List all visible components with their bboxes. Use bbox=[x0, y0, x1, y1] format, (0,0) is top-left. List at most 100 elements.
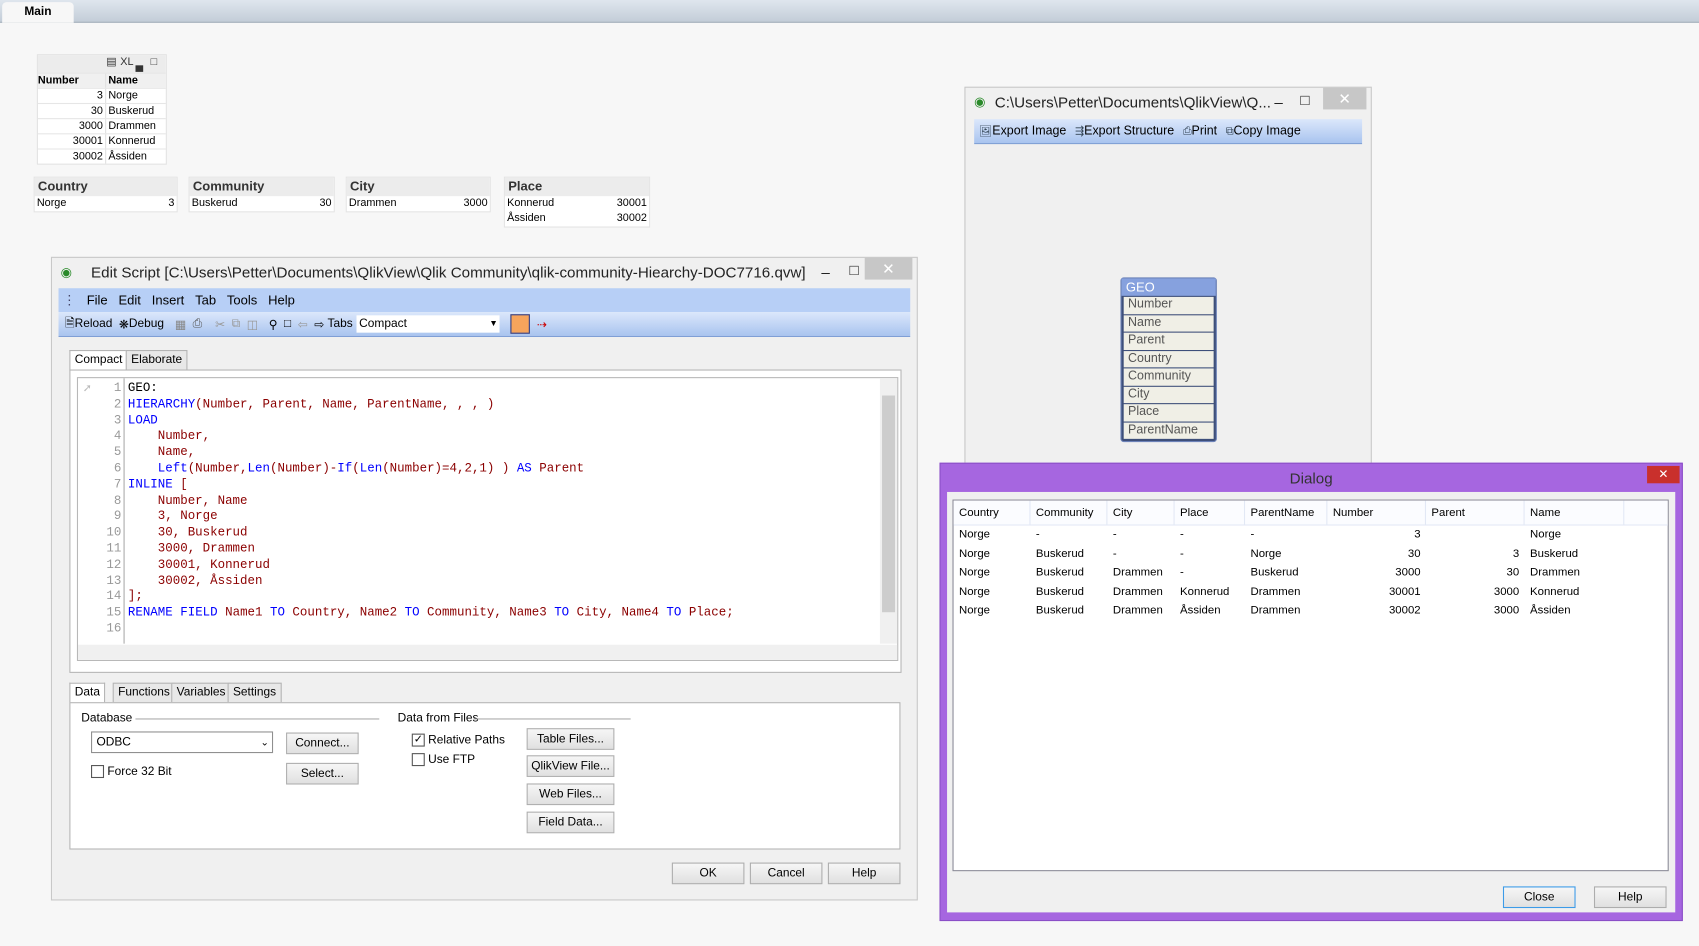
save-icon[interactable]: ▦ bbox=[175, 317, 186, 331]
column-header-parentname[interactable]: ParentName bbox=[1245, 500, 1328, 525]
help-button[interactable]: Help bbox=[827, 862, 901, 885]
demote-tab-icon[interactable]: ⇨ bbox=[314, 317, 324, 331]
menu-tools[interactable]: Tools bbox=[227, 293, 257, 308]
dialog-close-button[interactable]: Close bbox=[1502, 886, 1576, 909]
connect-button[interactable]: Connect... bbox=[286, 732, 359, 755]
promote-tab-icon[interactable]: ⇦ bbox=[298, 317, 308, 331]
column-header-place[interactable]: Place bbox=[1175, 500, 1246, 525]
geo-field-name[interactable]: Name bbox=[1123, 314, 1214, 332]
geo-field-city[interactable]: City bbox=[1123, 386, 1214, 404]
ok-button[interactable]: OK bbox=[671, 862, 745, 885]
tab-functions[interactable]: Functions bbox=[112, 682, 176, 704]
table-row[interactable]: 3 Norge bbox=[37, 87, 166, 103]
menu-edit[interactable]: Edit bbox=[118, 293, 140, 308]
list-box-title[interactable]: Community bbox=[189, 177, 334, 197]
grid-row[interactable]: Norge Buskerud Drammen Åssiden Drammen 30002 3… bbox=[954, 601, 1668, 620]
grid-row[interactable]: Norge Buskerud Drammen Konnerud Drammen 30001… bbox=[954, 582, 1668, 601]
syntax-check-icon[interactable]: ⇢ bbox=[537, 317, 547, 331]
grid-row[interactable]: Norge Buskerud - - Norge 30 3 Buskerud bbox=[954, 545, 1668, 564]
grid-row[interactable]: Norge - - - - 3 Norge bbox=[954, 526, 1668, 545]
close-button[interactable]: ✕ bbox=[1323, 87, 1367, 110]
tab-settings[interactable]: Settings bbox=[227, 682, 282, 704]
use-ftp-checkbox[interactable]: Use FTP bbox=[411, 753, 475, 767]
list-box-title[interactable]: Place bbox=[504, 177, 650, 197]
print-icon[interactable]: ⎙ bbox=[193, 317, 203, 331]
result-grid[interactable]: Country Community City Place ParentName Numbe… bbox=[952, 499, 1669, 872]
cancel-button[interactable]: Cancel bbox=[749, 862, 823, 885]
geo-field-place[interactable]: Place bbox=[1123, 404, 1214, 421]
minimize-icon[interactable]: ▄ bbox=[135, 60, 143, 72]
tab-data[interactable]: Data bbox=[69, 682, 106, 704]
table-row[interactable]: 3000 Drammen bbox=[37, 118, 166, 134]
column-header-number[interactable]: Number bbox=[38, 73, 107, 88]
maximize-button[interactable]: □ bbox=[850, 256, 859, 284]
paste-icon[interactable]: ◫ bbox=[247, 317, 258, 331]
script-tab-compact[interactable]: Compact bbox=[69, 350, 128, 371]
minimize-button[interactable]: – bbox=[1274, 88, 1282, 116]
column-header-community[interactable]: Community bbox=[1031, 500, 1108, 525]
column-header-name[interactable]: Name bbox=[106, 74, 166, 88]
sheet-tab-main[interactable]: Main bbox=[2, 2, 74, 23]
horizontal-scrollbar[interactable] bbox=[78, 644, 898, 660]
dialog-help-button[interactable]: Help bbox=[1593, 886, 1667, 909]
tab-variables[interactable]: Variables bbox=[171, 682, 231, 704]
print-button[interactable]: Print bbox=[1192, 125, 1218, 138]
reload-button[interactable]: Reload bbox=[75, 317, 113, 330]
list-item[interactable]: Drammen 3000 bbox=[347, 196, 490, 211]
geo-field-country[interactable]: Country bbox=[1123, 350, 1214, 368]
list-box-title[interactable]: Country bbox=[34, 177, 177, 197]
geo-field-parent[interactable]: Parent bbox=[1123, 332, 1214, 350]
geo-table-node[interactable]: GEO Number Name Parent Country Community City… bbox=[1120, 277, 1217, 443]
table-files-button[interactable]: Table Files... bbox=[526, 728, 615, 750]
menu-tab[interactable]: Tab bbox=[195, 293, 216, 308]
list-item[interactable]: Åssiden 30002 bbox=[505, 211, 649, 226]
list-box-title[interactable]: City bbox=[346, 177, 490, 197]
list-item[interactable]: Konnerud 30001 bbox=[505, 196, 649, 211]
print-icon[interactable]: ▤ bbox=[106, 56, 116, 68]
geo-field-parentname[interactable]: ParentName bbox=[1123, 422, 1214, 439]
database-select[interactable]: ODBC ⌄ bbox=[91, 731, 274, 754]
geo-field-number[interactable]: Number bbox=[1123, 296, 1214, 314]
list-item[interactable]: Buskerud 30 bbox=[190, 196, 334, 211]
xl-export-icon[interactable]: XL bbox=[120, 56, 133, 68]
tabs-dropdown[interactable]: Compact ▼ bbox=[357, 315, 501, 333]
vertical-scrollbar[interactable] bbox=[879, 378, 898, 644]
export-image-button[interactable]: Export Image bbox=[992, 125, 1066, 138]
force-32-bit-checkbox[interactable]: Force 32 Bit bbox=[91, 765, 172, 779]
copy-icon[interactable]: ⧉ bbox=[232, 317, 241, 331]
table-viewer-icon[interactable] bbox=[510, 314, 531, 334]
script-tab-elaborate[interactable]: Elaborate bbox=[125, 350, 188, 371]
web-files-button[interactable]: Web Files... bbox=[526, 783, 615, 806]
maximize-icon[interactable]: □ bbox=[151, 56, 158, 68]
maximize-button[interactable]: □ bbox=[1300, 86, 1309, 114]
table-row[interactable]: 30001 Konnerud bbox=[37, 133, 166, 149]
column-header-city[interactable]: City bbox=[1107, 500, 1175, 525]
column-header-parent[interactable]: Parent bbox=[1426, 500, 1525, 525]
menu-help[interactable]: Help bbox=[268, 293, 295, 308]
cut-icon[interactable]: ✂ bbox=[215, 317, 225, 331]
export-structure-button[interactable]: Export Structure bbox=[1084, 125, 1174, 138]
copy-image-button[interactable]: Copy Image bbox=[1234, 125, 1301, 138]
search-icon[interactable]: ⚲ bbox=[269, 317, 278, 331]
column-header-number[interactable]: Number bbox=[1327, 500, 1427, 525]
qlikview-file-button[interactable]: QlikView File... bbox=[526, 755, 615, 777]
column-header-country[interactable]: Country bbox=[954, 500, 1031, 525]
select-button[interactable]: Select... bbox=[286, 762, 359, 785]
new-tab-icon[interactable]: □ bbox=[284, 317, 291, 330]
menu-insert[interactable]: Insert bbox=[152, 293, 185, 308]
grid-row[interactable]: Norge Buskerud Drammen - Buskerud 3000 30 Dramm… bbox=[954, 563, 1668, 582]
close-button[interactable]: ✕ bbox=[864, 257, 913, 280]
script-editor[interactable]: ➚ 1 2 3 4 5 6 7 8 9 10 11 12 13 14 15 16 GEO: HIERARCHY(… bbox=[76, 377, 899, 661]
minimize-button[interactable]: – bbox=[821, 258, 829, 286]
relative-paths-checkbox[interactable]: ✓ Relative Paths bbox=[411, 734, 505, 747]
table-row[interactable]: 30002 Åssiden bbox=[37, 148, 166, 164]
scrollbar-thumb[interactable] bbox=[882, 395, 896, 613]
column-header-name[interactable]: Name bbox=[1525, 500, 1625, 525]
geo-field-community[interactable]: Community bbox=[1123, 368, 1214, 386]
list-item[interactable]: Norge 3 bbox=[35, 196, 177, 211]
debug-button[interactable]: Debug bbox=[129, 317, 164, 330]
table-row[interactable]: 30 Buskerud bbox=[37, 102, 166, 119]
menu-file[interactable]: File bbox=[87, 293, 108, 308]
close-icon[interactable]: ✕ bbox=[1647, 465, 1680, 484]
field-data-button[interactable]: Field Data... bbox=[526, 811, 615, 834]
